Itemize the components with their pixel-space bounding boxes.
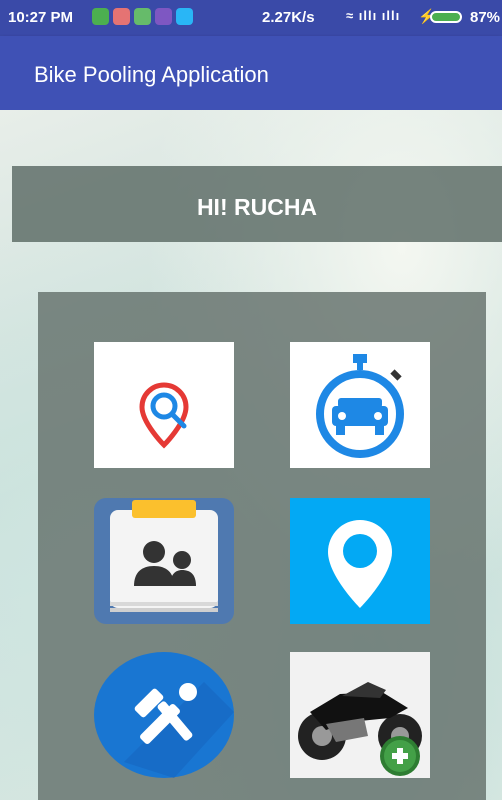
greeting-text: HI! RUCHA — [196, 194, 318, 220]
tools-icon — [94, 652, 234, 778]
location-button[interactable] — [290, 498, 430, 624]
whatsapp-icon — [92, 8, 109, 25]
status-bar: 10:27 PM 2.27K/s ≈ ıllı ıllı ⚡ 87% — [0, 0, 502, 36]
signal-icon: ≈ ıllı ıllı — [346, 8, 401, 23]
notification-icons — [92, 8, 193, 25]
add-bike-button[interactable] — [290, 652, 430, 778]
settings-button[interactable] — [94, 652, 234, 778]
greeting-banner: HI! RUCHA — [12, 166, 502, 242]
network-speed: 2.27K/s — [262, 9, 315, 26]
app-title: Bike Pooling Application — [34, 62, 269, 87]
map-pin-icon — [328, 520, 392, 608]
app-bar: Bike Pooling Application — [0, 36, 502, 110]
battery-icon — [430, 11, 462, 23]
cloud-icon — [176, 8, 193, 25]
search-location-icon — [139, 382, 189, 449]
battery-percent: 87% — [470, 9, 501, 26]
mail-icon — [113, 8, 130, 25]
app-notification-icon — [134, 8, 151, 25]
app-notification-icon — [155, 8, 172, 25]
add-bike-icon — [298, 682, 422, 776]
search-ride-button[interactable] — [94, 342, 234, 468]
status-time: 10:27 PM — [8, 9, 74, 26]
taxi-timer-icon — [316, 354, 404, 458]
contacts-button[interactable] — [94, 498, 234, 624]
book-ride-button[interactable] — [290, 342, 430, 468]
contacts-icon — [94, 498, 234, 624]
